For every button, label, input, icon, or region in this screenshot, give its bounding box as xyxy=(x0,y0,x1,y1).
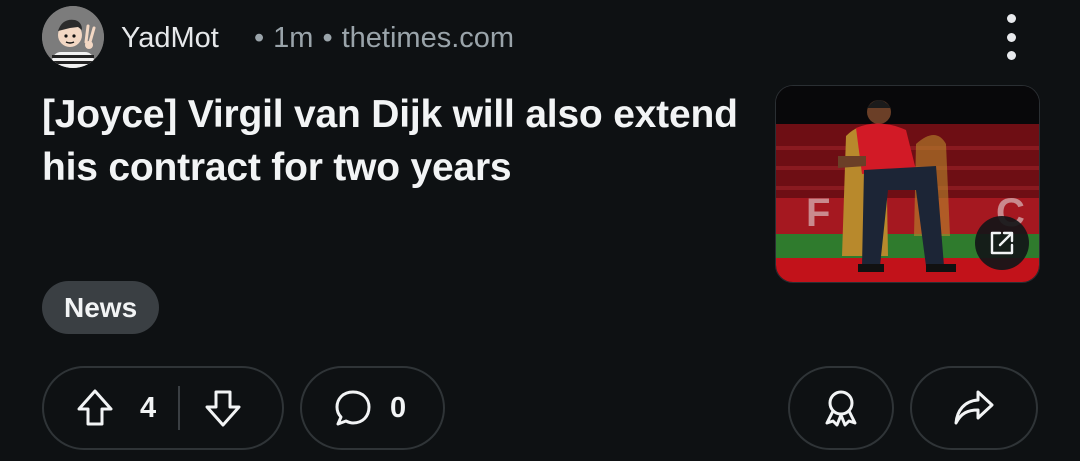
vote-divider xyxy=(178,386,181,430)
award-button[interactable] xyxy=(788,366,894,450)
svg-text:F: F xyxy=(806,191,830,235)
post-time: 1m xyxy=(273,22,314,54)
external-link-button[interactable] xyxy=(975,216,1029,270)
upvote-icon xyxy=(77,389,113,426)
post-thumbnail[interactable]: F C xyxy=(775,85,1040,283)
share-icon xyxy=(954,390,994,425)
post-domain[interactable]: thetimes.com xyxy=(342,22,514,54)
avatar[interactable] xyxy=(42,6,104,68)
meta-separator: • xyxy=(254,22,265,54)
downvote-icon xyxy=(205,390,241,427)
post-title[interactable]: [Joyce] Virgil van Dijk will also extend… xyxy=(42,88,762,194)
meta-separator: • xyxy=(322,22,333,54)
vote-count: 4 xyxy=(140,391,157,424)
post-meta: • 1m • thetimes.com xyxy=(254,20,514,56)
share-button[interactable] xyxy=(910,366,1038,450)
comment-count: 0 xyxy=(390,391,407,424)
author-name[interactable]: YadMot xyxy=(121,20,219,56)
comments-button[interactable]: 0 xyxy=(300,366,445,450)
comment-icon xyxy=(335,390,371,426)
external-link-icon xyxy=(990,231,1014,255)
upvote-button[interactable] xyxy=(74,387,116,429)
more-options-button[interactable] xyxy=(996,14,1026,60)
award-icon xyxy=(825,390,857,427)
more-icon xyxy=(1006,14,1016,23)
downvote-button[interactable] xyxy=(202,387,244,429)
vote-control: 4 xyxy=(42,366,284,450)
flair-badge[interactable]: News xyxy=(42,281,160,334)
